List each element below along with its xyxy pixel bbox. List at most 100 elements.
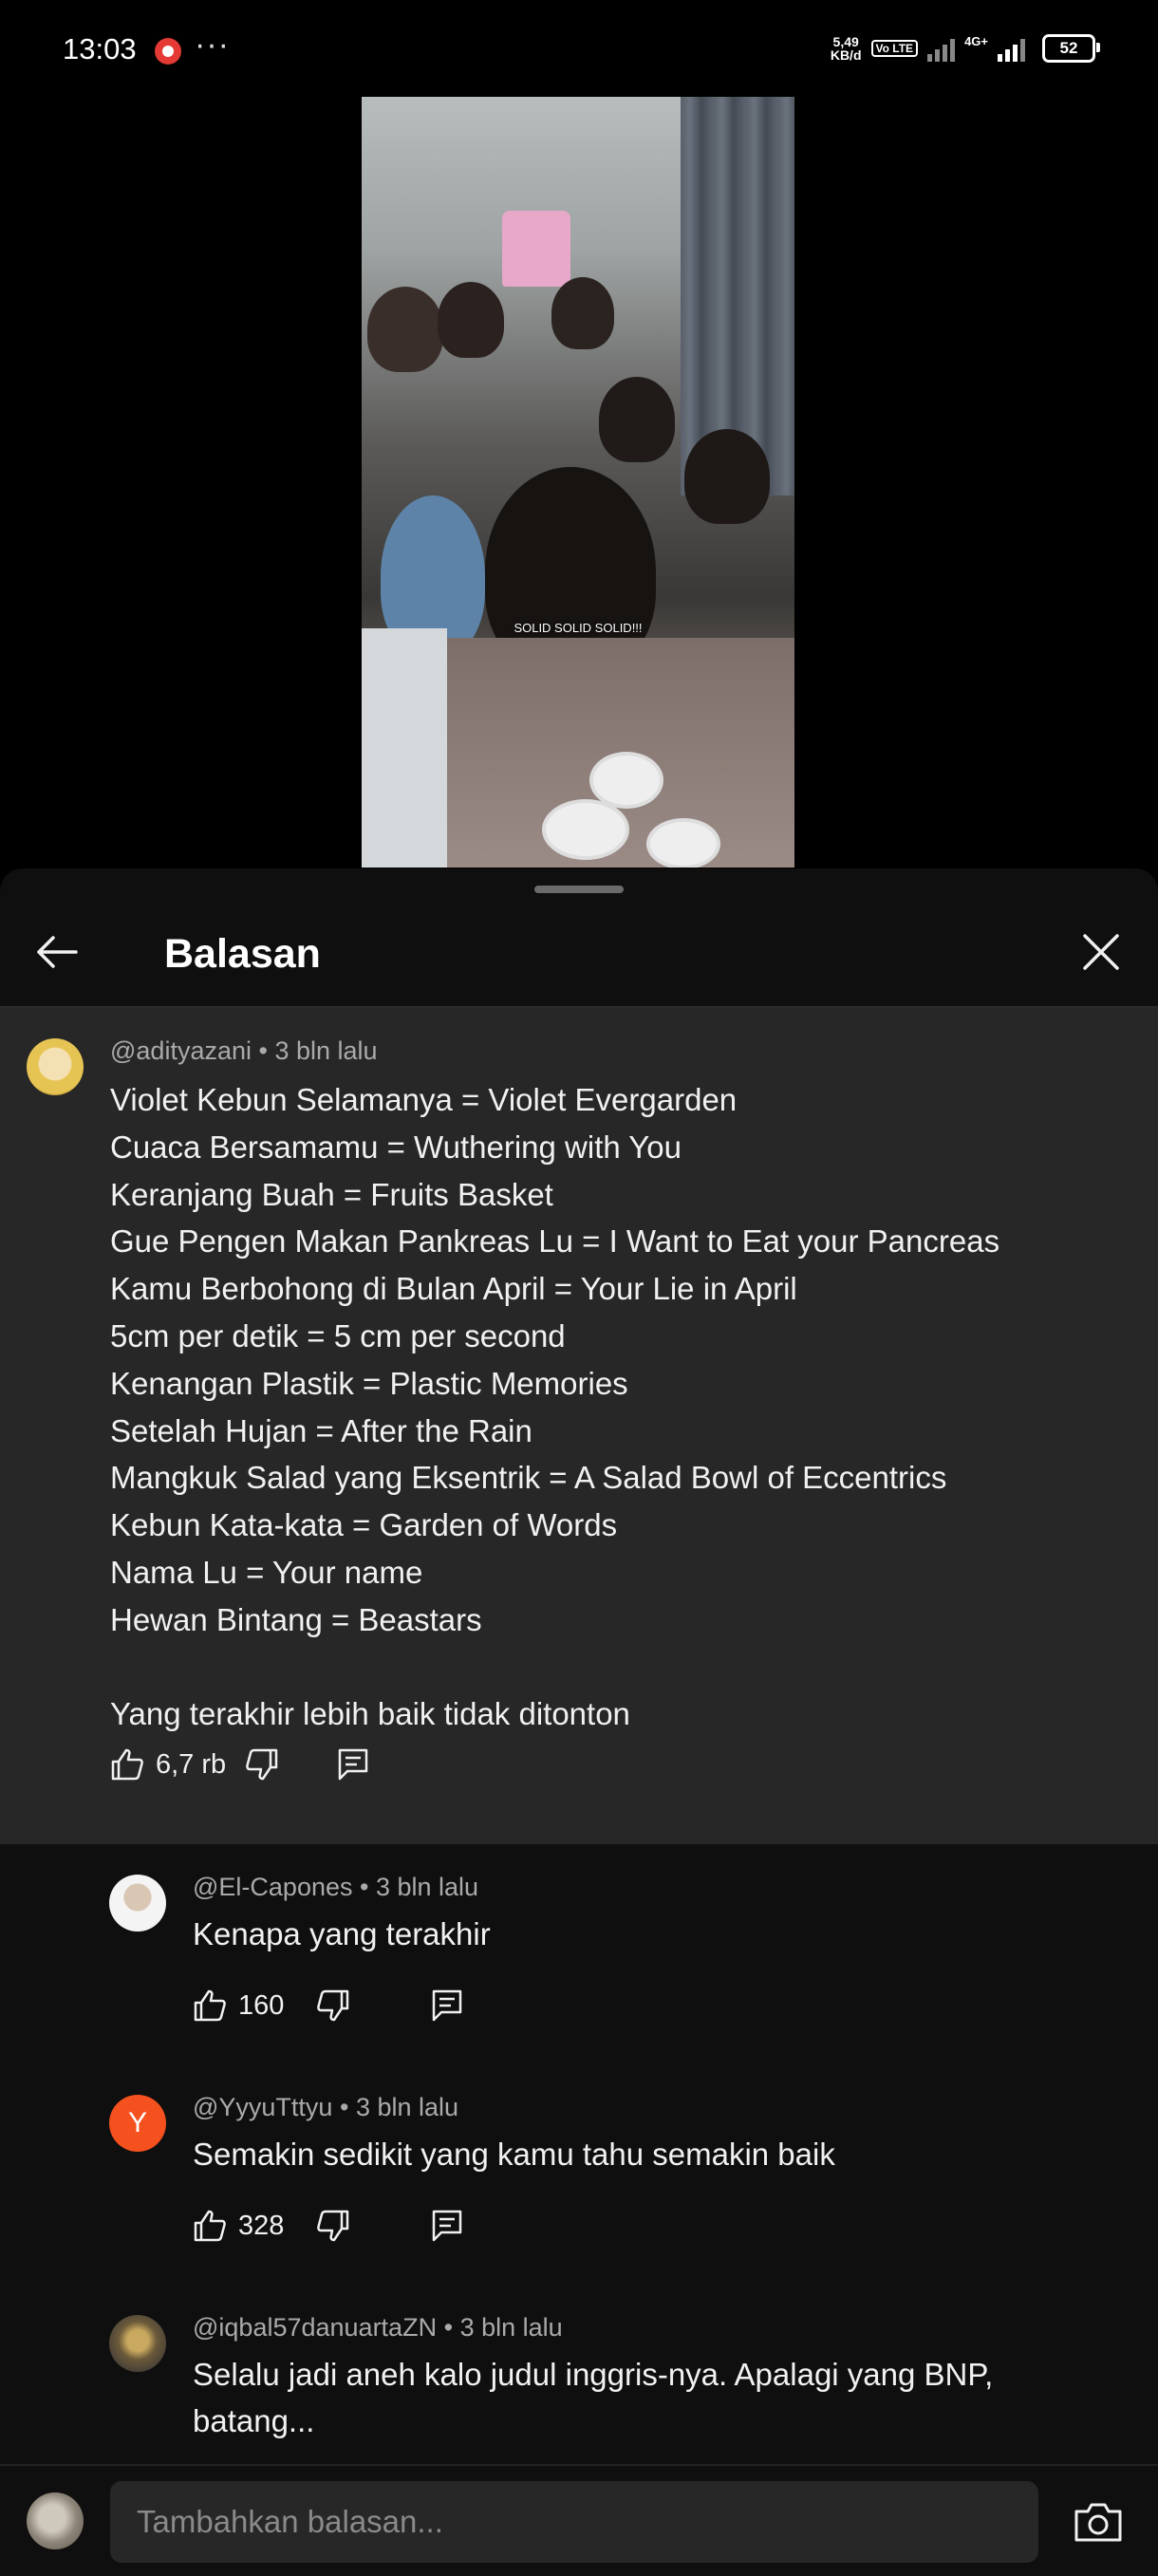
sheet-header: Balasan bbox=[0, 906, 1158, 1001]
reply-button[interactable] bbox=[334, 1745, 372, 1783]
comment-line: Nama Lu = Your name bbox=[110, 1554, 423, 1590]
video-player[interactable]: SOLID SOLID SOLID!!! bbox=[362, 97, 794, 868]
comment-text: Violet Kebun Selamanya = Violet Evergard… bbox=[110, 1076, 1116, 1738]
like-count: 6,7 rb bbox=[156, 1748, 227, 1780]
meta-separator: • bbox=[443, 2313, 460, 2342]
reply-item: @iqbal57danuartaZN • 3 bln lalu Selalu j… bbox=[0, 2285, 1158, 2474]
comment-line: Mangkuk Salad yang Eksentrik = A Salad B… bbox=[110, 1460, 947, 1496]
reply-text: Semakin sedikit yang kamu tahu semakin b… bbox=[193, 2137, 835, 2172]
video-person bbox=[599, 377, 675, 462]
video-plate bbox=[646, 818, 720, 868]
avatar[interactable] bbox=[109, 2315, 166, 2372]
like-button[interactable]: 6,7 rb bbox=[108, 1745, 226, 1783]
meta-separator: • bbox=[258, 1036, 275, 1065]
battery-icon: 52 bbox=[1042, 34, 1100, 63]
status-time: 13:03 bbox=[63, 32, 137, 65]
video-fridge bbox=[362, 628, 447, 868]
status-bar: 13:03 ··· 5,49 KB/d Vo LTE 4G+ 52 bbox=[0, 0, 1158, 95]
like-button[interactable]: 328 bbox=[191, 2207, 284, 2245]
camera-icon bbox=[1074, 2503, 1122, 2542]
reply-author[interactable]: @YyyuTttyu bbox=[193, 2093, 332, 2121]
network-speed: 5,49 KB/d bbox=[831, 35, 862, 62]
reply-time: 3 bln lalu bbox=[375, 1873, 479, 1901]
comment-author[interactable]: @adityazani bbox=[110, 1036, 252, 1065]
video-person bbox=[438, 282, 504, 358]
volte-icon: Vo LTE bbox=[870, 40, 919, 57]
reply-item: @El-Capones • 3 bln lalu Kenapa yang ter… bbox=[0, 1844, 1158, 2064]
reply-input[interactable] bbox=[110, 2481, 1038, 2563]
thumbs-up-icon bbox=[194, 2210, 226, 2242]
close-icon bbox=[1083, 934, 1119, 970]
reply-icon bbox=[433, 1989, 462, 2022]
dislike-button[interactable] bbox=[314, 1987, 352, 2025]
reply-time: 3 bln lalu bbox=[355, 2093, 459, 2121]
reply-button[interactable] bbox=[428, 1987, 466, 2025]
comment-line: Kamu Berbohong di Bulan April = Your Lie… bbox=[110, 1271, 797, 1307]
replies-sheet: Balasan @adityazani • 3 bln lalu Violet … bbox=[0, 868, 1158, 2574]
comment-line: 5cm per detik = 5 cm per second bbox=[110, 1317, 566, 1353]
comment-line: Kenangan Plastik = Plastic Memories bbox=[110, 1365, 628, 1401]
avatar[interactable]: Y bbox=[109, 2095, 166, 2152]
parent-comment: @adityazani • 3 bln lalu Violet Kebun Se… bbox=[0, 1008, 1158, 1844]
sheet-title: Balasan bbox=[164, 931, 321, 977]
comment-line: Violet Kebun Selamanya = Violet Evergard… bbox=[110, 1082, 738, 1117]
video-person bbox=[551, 277, 614, 349]
reply-text: Selalu jadi aneh kalo judul inggris-nya.… bbox=[193, 2357, 994, 2438]
video-person bbox=[367, 287, 443, 372]
back-button[interactable] bbox=[28, 924, 85, 980]
dislike-button[interactable] bbox=[314, 2207, 352, 2245]
drag-handle[interactable] bbox=[534, 886, 624, 893]
notification-app-icon bbox=[155, 38, 181, 65]
thumbs-down-icon bbox=[246, 1748, 278, 1781]
video-plate bbox=[542, 799, 629, 860]
reply-actions: 328 bbox=[191, 2207, 466, 2245]
video-caption: SOLID SOLID SOLID!!! bbox=[514, 621, 643, 635]
reply-icon bbox=[433, 2210, 462, 2242]
close-button[interactable] bbox=[1073, 924, 1130, 980]
more-notifications-icon: ··· bbox=[195, 27, 230, 63]
avatar-letter: Y bbox=[127, 2107, 147, 2138]
video-person bbox=[684, 429, 770, 524]
thumbs-down-icon bbox=[317, 2210, 349, 2242]
avatar[interactable] bbox=[109, 1875, 166, 1932]
comment-time: 3 bln lalu bbox=[274, 1036, 378, 1065]
comment-line: Gue Pengen Makan Pankreas Lu = I Want to… bbox=[110, 1223, 1000, 1260]
status-indicators: 5,49 KB/d Vo LTE 4G+ 52 bbox=[831, 33, 1100, 63]
comment-line: Cuaca Bersamamu = Wuthering with You bbox=[110, 1129, 682, 1165]
comment-meta: @adityazani • 3 bln lalu bbox=[110, 1036, 378, 1066]
like-button[interactable]: 160 bbox=[191, 1987, 284, 2025]
signal-1-icon bbox=[927, 35, 956, 62]
reply-author[interactable]: @El-Capones bbox=[193, 1873, 353, 1901]
signal-2-icon bbox=[998, 35, 1025, 62]
meta-separator: • bbox=[339, 2093, 356, 2121]
reply-button[interactable] bbox=[428, 2207, 466, 2245]
avatar[interactable] bbox=[27, 1038, 84, 1095]
reply-meta: @YyyuTttyu • 3 bln lalu bbox=[193, 2093, 458, 2122]
like-count: 328 bbox=[238, 2210, 285, 2241]
dislike-button[interactable] bbox=[243, 1745, 281, 1783]
comment-actions: 6,7 rb bbox=[108, 1745, 372, 1783]
reply-time: 3 bln lalu bbox=[459, 2313, 563, 2342]
back-arrow-icon bbox=[37, 936, 78, 968]
network-type: 4G+ bbox=[964, 33, 988, 48]
reply-actions: 160 bbox=[191, 1987, 466, 2025]
like-count: 160 bbox=[238, 1989, 285, 2021]
thumbs-up-icon bbox=[111, 1748, 143, 1781]
meta-separator: • bbox=[360, 1873, 376, 1901]
comment-line: Kebun Kata-kata = Garden of Words bbox=[110, 1507, 618, 1543]
thumbs-up-icon bbox=[194, 1989, 226, 2022]
video-background-object bbox=[502, 211, 570, 287]
network-speed-unit: KB/d bbox=[830, 47, 862, 63]
reply-author[interactable]: @iqbal57danuartaZN bbox=[193, 2313, 437, 2342]
comment-line: Yang terakhir lebih baik tidak ditonton bbox=[110, 1696, 630, 1732]
comment-line: Hewan Bintang = Beastars bbox=[110, 1601, 482, 1637]
comment-line: Keranjang Buah = Fruits Basket bbox=[110, 1176, 553, 1212]
camera-button[interactable] bbox=[1073, 2500, 1124, 2544]
thumbs-down-icon bbox=[317, 1989, 349, 2022]
comment-line bbox=[110, 1644, 1116, 1691]
battery-level: 52 bbox=[1059, 39, 1078, 57]
reply-meta: @El-Capones • 3 bln lalu bbox=[193, 1873, 478, 1902]
my-avatar bbox=[27, 2492, 84, 2549]
reply-meta: @iqbal57danuartaZN • 3 bln lalu bbox=[193, 2313, 563, 2343]
network-speed-value: 5,49 bbox=[832, 34, 859, 49]
